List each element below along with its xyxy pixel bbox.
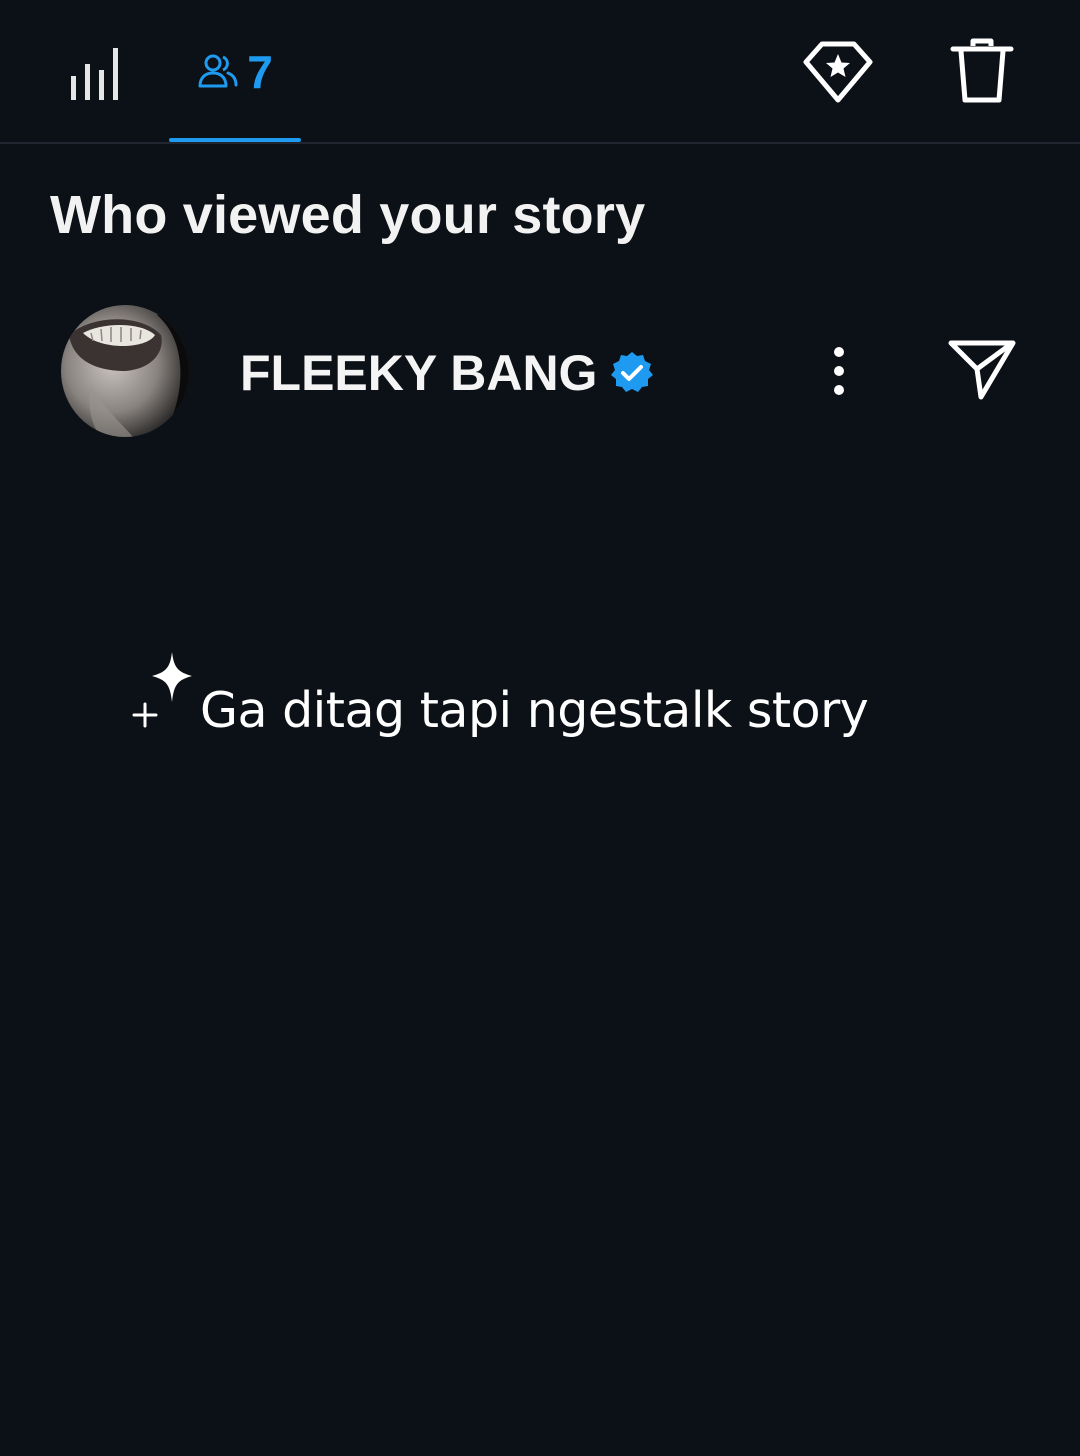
diamond-star-icon [803, 41, 873, 103]
send-message-button[interactable] [940, 332, 1024, 406]
trash-icon [950, 38, 1014, 103]
avatar[interactable] [61, 305, 189, 437]
more-vertical-icon [834, 347, 844, 395]
top-bar: 7 [0, 0, 1080, 143]
caption-text: Ga ditag tapi ngestalk story [200, 682, 869, 739]
highlight-button[interactable] [798, 34, 878, 110]
header-divider [0, 142, 1080, 144]
verified-badge-icon [609, 350, 655, 396]
caption-overlay: Ga ditag tapi ngestalk story [130, 650, 950, 760]
viewer-row[interactable]: FLEEKY BANG [0, 300, 1080, 440]
viewer-name-text: FLEEKY BANG [240, 345, 598, 401]
delete-button[interactable] [944, 30, 1020, 112]
more-options-button[interactable] [812, 336, 866, 406]
section-title: Who viewed your story [50, 185, 646, 245]
send-icon [948, 340, 1016, 400]
bar-chart-icon [71, 48, 118, 100]
viewer-name[interactable]: FLEEKY BANG [240, 344, 655, 402]
tab-insights[interactable] [58, 30, 136, 110]
viewer-count: 7 [247, 46, 273, 98]
people-icon [198, 54, 238, 88]
sparkle-icon [132, 652, 192, 728]
tab-viewers[interactable]: 7 [170, 30, 300, 114]
